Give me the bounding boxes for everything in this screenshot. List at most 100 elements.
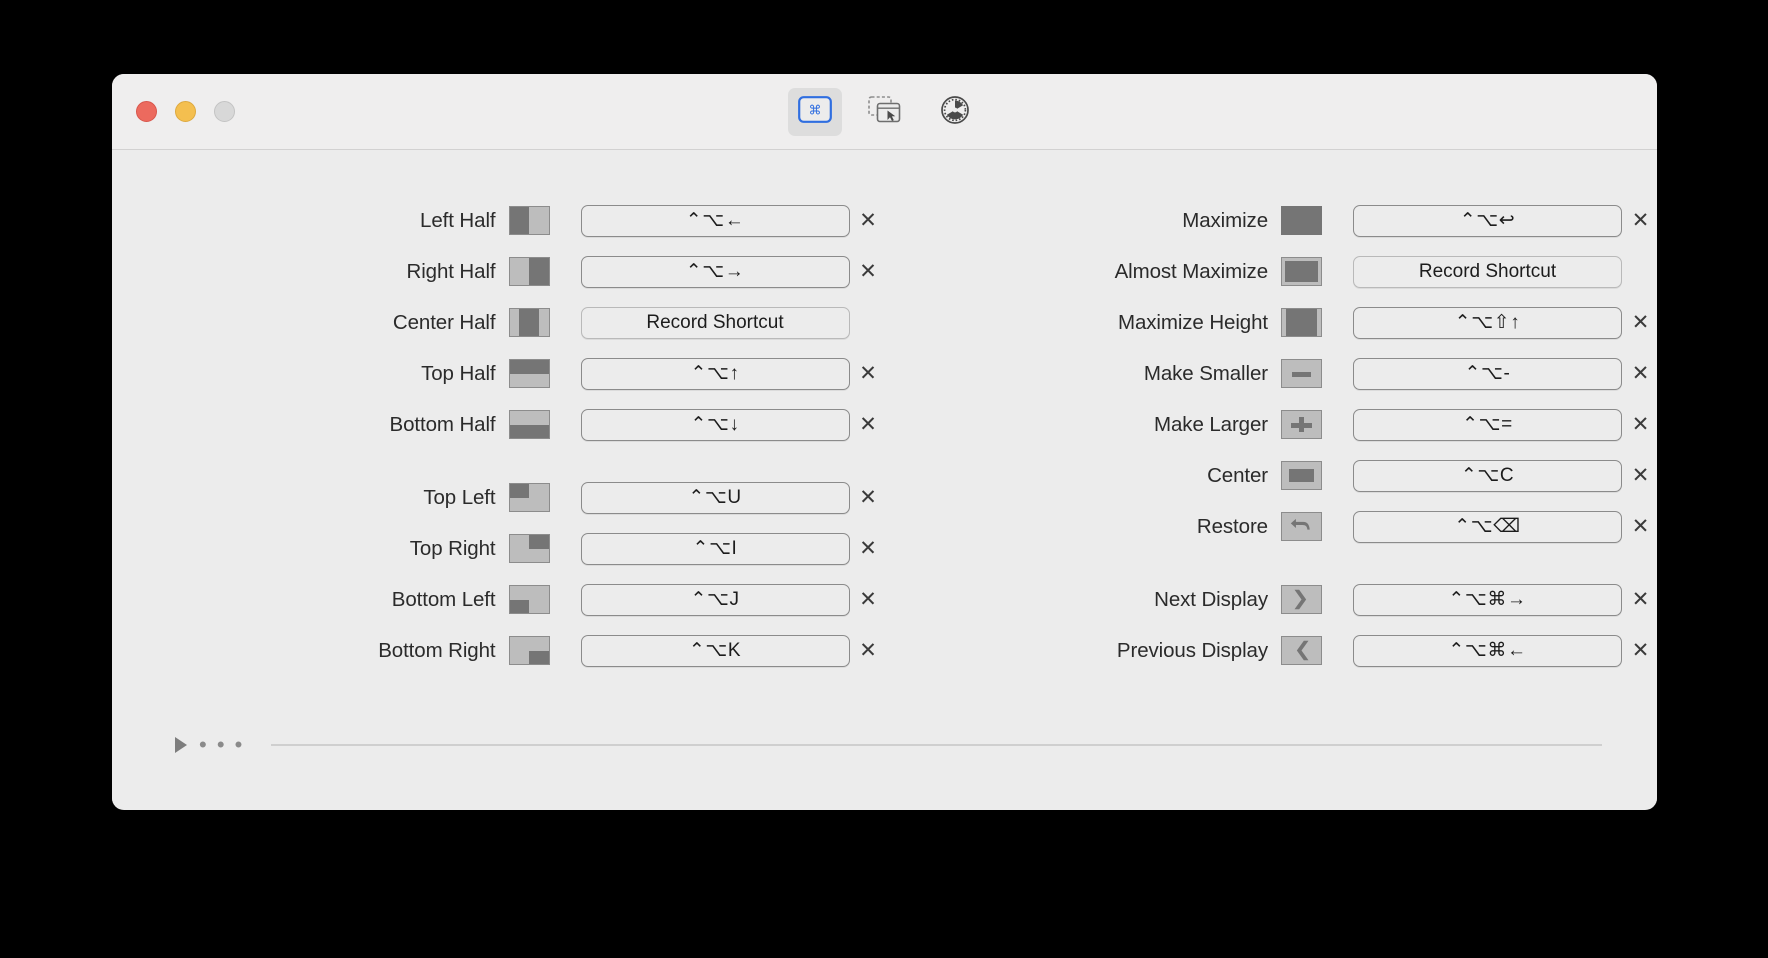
shortcut-action-label: Restore — [1196, 514, 1268, 538]
clear-shortcut-icon[interactable]: ✕ — [1624, 635, 1657, 667]
shortcut-control-group: Record Shortcut✕ — [580, 306, 885, 339]
shortcut-field[interactable]: ⌃⌥- — [1353, 357, 1622, 390]
clear-shortcut-icon[interactable]: ✕ — [852, 533, 885, 565]
clear-shortcut-icon[interactable]: ✕ — [1624, 205, 1657, 237]
half-center-icon — [508, 308, 550, 337]
clear-shortcut-icon[interactable]: ✕ — [852, 409, 885, 441]
footer-bar: • • • — [112, 734, 1657, 756]
shortcut-control-group: ⌃⌥U ✕ — [580, 481, 885, 514]
clear-shortcut-icon[interactable]: ✕ — [852, 635, 885, 667]
svg-text:⌘: ⌘ — [808, 103, 821, 118]
shortcut-action-label: Top Left — [423, 485, 496, 509]
record-shortcut-button[interactable]: Record Shortcut — [580, 306, 850, 339]
shortcut-field[interactable]: ⌃⌥⇧↑ — [1353, 306, 1622, 339]
shortcut-row: Top Right ⌃⌥I ✕ — [112, 523, 885, 574]
shortcut-field[interactable]: ⌃⌥→ — [580, 255, 850, 288]
shortcut-row: Make Larger ⌃⌥= ✕ — [885, 399, 1658, 450]
quadrant-bottom-left-icon — [508, 585, 550, 614]
maximize-height-icon — [1281, 308, 1322, 337]
shortcut-control-group: Record Shortcut✕ — [1353, 255, 1657, 288]
shortcut-row: Maximize Height ⌃⌥⇧↑ ✕ — [885, 297, 1658, 348]
command-window-icon: ⌘ — [797, 96, 832, 128]
shortcut-action-label: Maximize Height — [1117, 310, 1268, 334]
half-bottom-icon — [508, 410, 550, 439]
clear-shortcut-icon[interactable]: ✕ — [1624, 584, 1657, 616]
zoom-window-button[interactable] — [214, 101, 235, 122]
shortcut-field[interactable]: ⌃⌥↓ — [580, 408, 850, 441]
shortcut-action-label: Almost Maximize — [1114, 259, 1269, 283]
next-display-icon — [1281, 585, 1322, 614]
gear-icon — [940, 95, 970, 130]
make-larger-icon — [1281, 410, 1322, 439]
shortcut-row: Right Half ⌃⌥→ ✕ — [112, 246, 885, 297]
shortcut-action-label: Bottom Left — [391, 587, 496, 611]
shortcut-control-group: ⌃⌥⌫ ✕ — [1353, 510, 1657, 543]
clear-shortcut-icon[interactable]: ✕ — [852, 256, 885, 288]
shortcut-field[interactable]: ⌃⌥K — [580, 634, 850, 667]
shortcut-field[interactable]: ⌃⌥J — [580, 583, 850, 616]
shortcut-row: Top Left ⌃⌥U ✕ — [112, 472, 885, 523]
shortcut-field[interactable]: ⌃⌥↩ — [1353, 204, 1622, 237]
clear-shortcut-icon[interactable]: ✕ — [1624, 307, 1657, 339]
clear-shortcut-icon[interactable]: ✕ — [1624, 358, 1657, 390]
maximize-icon — [1281, 206, 1322, 235]
shortcut-field[interactable]: ⌃⌥↑ — [580, 357, 850, 390]
clear-shortcut-icon[interactable]: ✕ — [852, 205, 885, 237]
shortcut-action-label: Left Half — [420, 208, 496, 232]
clear-shortcut-icon[interactable]: ✕ — [852, 584, 885, 616]
traffic-light-group — [136, 101, 235, 122]
shortcut-control-group: ⌃⌥⌘← ✕ — [1353, 634, 1657, 667]
toolbar-tab-settings[interactable] — [928, 88, 982, 136]
half-top-icon — [508, 359, 550, 388]
shortcut-control-group: ⌃⌥⌘→ ✕ — [1353, 583, 1657, 616]
right-shortcut-column: Maximize ⌃⌥↩ ✕ Almost Maximize Record Shortc… — [885, 195, 1658, 676]
shortcut-control-group: ⌃⌥I ✕ — [580, 532, 885, 565]
record-shortcut-button[interactable]: Record Shortcut — [1353, 255, 1622, 288]
shortcut-action-label: Center Half — [392, 310, 496, 334]
clear-shortcut-icon[interactable]: ✕ — [1624, 511, 1657, 543]
shortcut-action-label: Make Smaller — [1143, 361, 1268, 385]
shortcut-field[interactable]: ⌃⌥I — [580, 532, 850, 565]
clear-shortcut-icon[interactable]: ✕ — [852, 358, 885, 390]
clear-shortcut-icon[interactable]: ✕ — [1624, 409, 1657, 441]
shortcut-row: Top Half ⌃⌥↑ ✕ — [112, 348, 885, 399]
toolbar-tab-snap-areas[interactable] — [858, 88, 912, 136]
more-options-label[interactable]: • • • — [199, 734, 244, 756]
shortcut-control-group: ⌃⌥= ✕ — [1353, 408, 1657, 441]
shortcut-field[interactable]: ⌃⌥⌘← — [1353, 634, 1622, 667]
shortcut-field[interactable]: ⌃⌥U — [580, 481, 850, 514]
minimize-window-button[interactable] — [175, 101, 196, 122]
shortcut-row: Next Display ⌃⌥⌘→ ✕ — [885, 574, 1658, 625]
close-window-button[interactable] — [136, 101, 157, 122]
footer-divider — [271, 744, 1602, 746]
shortcut-control-group: ⌃⌥↩ ✕ — [1353, 204, 1657, 237]
shortcut-field[interactable]: ⌃⌥= — [1353, 408, 1622, 441]
shortcut-action-label: Top Half — [421, 361, 496, 385]
shortcut-control-group: ⌃⌥← ✕ — [580, 204, 885, 237]
shortcut-action-label: Make Larger — [1154, 412, 1268, 436]
disclosure-triangle-icon[interactable] — [175, 737, 187, 753]
window-content: Left Half ⌃⌥← ✕ Right Half ⌃⌥→ ✕ Center Half Re… — [112, 150, 1657, 809]
toolbar-tab-keyboard-shortcuts[interactable]: ⌘ — [787, 88, 842, 136]
shortcut-control-group: ⌃⌥J ✕ — [580, 583, 885, 616]
shortcut-field[interactable]: ⌃⌥⌫ — [1353, 510, 1622, 543]
shortcut-action-label: Center — [1207, 463, 1268, 487]
make-smaller-icon — [1281, 359, 1322, 388]
shortcut-field[interactable]: ⌃⌥C — [1353, 459, 1622, 492]
shortcut-action-label: Bottom Half — [389, 412, 496, 436]
shortcut-row: Restore ⌃⌥⌫ ✕ — [885, 501, 1658, 552]
shortcut-control-group: ⌃⌥→ ✕ — [580, 255, 885, 288]
shortcut-row: Previous Display ⌃⌥⌘← ✕ — [885, 625, 1658, 676]
shortcut-control-group: ⌃⌥⇧↑ ✕ — [1353, 306, 1657, 339]
clear-shortcut-icon[interactable]: ✕ — [852, 482, 885, 514]
shortcut-action-label: Previous Display — [1116, 638, 1268, 662]
shortcut-row: Maximize ⌃⌥↩ ✕ — [885, 195, 1658, 246]
restore-icon — [1281, 512, 1322, 541]
app-window: ⌘ Left Half ⌃⌥← ✕ Right Half ⌃⌥→ ✕ Cente… — [112, 74, 1657, 810]
left-shortcut-column: Left Half ⌃⌥← ✕ Right Half ⌃⌥→ ✕ Center Half Re… — [112, 195, 885, 676]
clear-shortcut-icon[interactable]: ✕ — [1624, 460, 1657, 492]
shortcut-action-label: Bottom Right — [378, 638, 496, 662]
shortcut-row: Almost Maximize Record Shortcut✕ — [885, 246, 1658, 297]
shortcut-field[interactable]: ⌃⌥← — [580, 204, 850, 237]
shortcut-field[interactable]: ⌃⌥⌘→ — [1353, 583, 1622, 616]
